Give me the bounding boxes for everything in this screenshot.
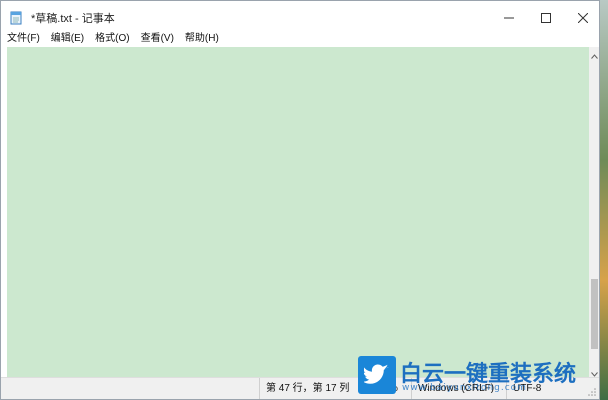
- chevron-up-icon: [590, 44, 598, 63]
- text-editor[interactable]: [7, 47, 589, 377]
- menu-format[interactable]: 格式(O): [89, 31, 134, 47]
- close-icon: [577, 8, 589, 27]
- title-bar[interactable]: *草稿.txt - 记事本: [1, 1, 599, 33]
- close-button[interactable]: [565, 1, 601, 33]
- scroll-thumb[interactable]: [591, 279, 598, 349]
- watermark: 白云一键重装系统 www.baiyunxitong.com: [356, 356, 608, 400]
- menu-edit[interactable]: 编辑(E): [45, 31, 89, 47]
- minimize-button[interactable]: [491, 1, 527, 33]
- menu-bar: 文件(F) 编辑(E) 格式(O) 查看(V) 帮助(H): [1, 31, 599, 47]
- cursor-position: 第 47 行，第 17 列: [259, 378, 352, 399]
- watermark-url: www.baiyunxitong.com: [402, 383, 527, 393]
- desktop-background: [600, 0, 608, 400]
- menu-help[interactable]: 帮助(H): [179, 31, 224, 47]
- maximize-button[interactable]: [528, 1, 564, 33]
- minimize-icon: [504, 8, 514, 27]
- menu-view[interactable]: 查看(V): [135, 31, 179, 47]
- notepad-window: *草稿.txt - 记事本 文件(F) 编辑(E) 格式(O) 查看(V) 帮助…: [0, 0, 600, 400]
- notepad-icon: [10, 10, 22, 25]
- window-title: *草稿.txt - 记事本: [31, 13, 115, 25]
- scroll-up-button[interactable]: [589, 47, 599, 59]
- bird-logo-icon: [358, 356, 396, 394]
- maximize-icon: [541, 8, 551, 27]
- vertical-scrollbar[interactable]: [589, 47, 599, 377]
- menu-file[interactable]: 文件(F): [1, 31, 45, 47]
